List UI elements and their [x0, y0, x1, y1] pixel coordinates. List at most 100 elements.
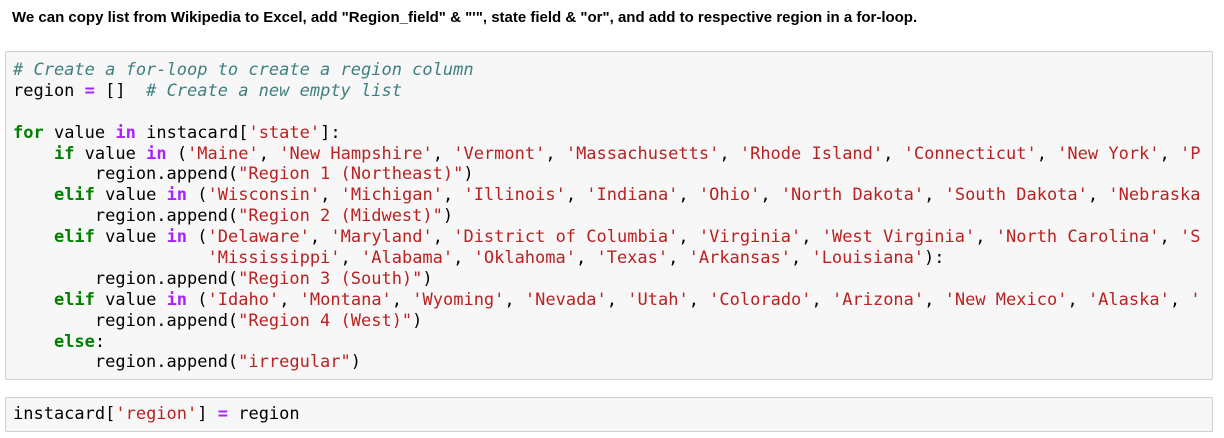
code-string: 'Indiana' [586, 185, 679, 206]
code-text: value [94, 185, 167, 206]
code-text: , [258, 143, 280, 164]
code-text: , [1087, 185, 1109, 206]
code-keyword: elif [53, 185, 95, 206]
code-string: "irregular" [238, 352, 351, 373]
code-string: 'Utah' [627, 289, 689, 310]
code-string: 'New Hampshire' [279, 143, 433, 164]
code-string: ' [1190, 289, 1201, 310]
code-line: region.append("irregular") [13, 352, 1201, 373]
code-string: 'West Virginia' [821, 227, 976, 248]
code-string: "Region 1 (Northeast)" [238, 164, 464, 185]
code-text: , [279, 289, 300, 310]
code-operator: in [166, 289, 188, 310]
code-text: region.append( [13, 164, 239, 185]
code-line: # Create a for-loop to create a region c… [13, 60, 1201, 81]
code-text: ] [197, 404, 218, 424]
code-string: 'New Mexico' [944, 289, 1068, 310]
code-text: , [545, 143, 566, 164]
code-text: , [811, 289, 833, 310]
code-string: 'Texas' [596, 248, 669, 269]
code-string: 'Connecticut' [903, 143, 1037, 164]
code-string: 'S [1179, 227, 1201, 248]
code-string: "Region 3 (South)" [238, 268, 423, 289]
code-string: 'Idaho' [207, 289, 280, 310]
code-text: ]: [320, 122, 341, 143]
code-string: 'New York' [1057, 143, 1160, 164]
code-line: elif value in ('Wisconsin', 'Michigan', … [13, 185, 1201, 206]
code-keyword: elif [53, 289, 95, 310]
code-text: , [801, 227, 822, 248]
code-text: , [678, 227, 699, 248]
code-cell-region-loop[interactable]: # Create a for-loop to create a region c… [5, 51, 1213, 380]
code-text: ) [463, 164, 474, 185]
code-text: region [13, 80, 85, 101]
code-text: instacard[ [135, 122, 249, 143]
code-string: 'Arizona' [832, 289, 925, 310]
code-text: , [432, 143, 454, 164]
code-operator: in [166, 185, 188, 206]
code-text: , [668, 248, 689, 269]
code-line: 'Mississippi', 'Alabama', 'Oklahoma', 'T… [13, 248, 1201, 269]
code-text: , [678, 185, 699, 206]
code-string: 'Mississippi' [207, 248, 341, 269]
code-text: , [504, 289, 525, 310]
code-line: region.append("Region 1 (Northeast)") [13, 164, 1201, 185]
code-text: [] [94, 80, 147, 101]
code-line: region.append("Region 3 (South)") [13, 269, 1201, 290]
code-line: region.append("Region 2 (Midwest)") [13, 206, 1201, 227]
code-text: , [924, 185, 945, 206]
code-text: ) [442, 206, 454, 227]
code-operator: = [84, 80, 95, 101]
code-text: , [565, 185, 587, 206]
code-text: instacard[ [13, 404, 116, 424]
code-string: 'region' [115, 404, 198, 424]
code-string: 'Massachusetts' [565, 143, 720, 164]
code-string: "Region 4 (West)" [238, 310, 413, 331]
code-string: 'Louisiana' [811, 248, 925, 269]
code-operator: = [217, 404, 228, 424]
code-text: , [1036, 143, 1058, 164]
code-string: 'Montana' [299, 289, 392, 310]
code-text: , [453, 248, 474, 269]
code-string: 'Wyoming' [412, 289, 505, 310]
code-editor[interactable]: instacard['region'] = region [13, 404, 300, 425]
code-line: instacard['region'] = region [13, 404, 300, 425]
code-line: for value in instacard['state']: [13, 123, 1201, 144]
code-text: ) [422, 268, 433, 289]
code-text: value [74, 143, 147, 164]
code-text: , [391, 289, 413, 310]
code-operator: in [146, 143, 167, 164]
code-string: 'Rhode Island' [739, 143, 884, 164]
code-text: ) [412, 310, 423, 331]
code-string: 'South Dakota' [944, 185, 1088, 206]
code-text: , [1067, 289, 1088, 310]
code-string: 'Nebraska [1108, 185, 1201, 206]
code-string: 'North Carolina' [995, 227, 1160, 248]
code-cell-assign-region[interactable]: instacard['region'] = region [5, 397, 1213, 432]
code-text: region.append( [13, 206, 239, 227]
code-text: , [575, 248, 597, 269]
code-text: , [442, 185, 464, 206]
code-editor[interactable]: # Create a for-loop to create a region c… [13, 60, 1201, 373]
code-text: value [94, 289, 167, 310]
code-string: 'Alabama' [361, 248, 454, 269]
code-keyword: elif [53, 227, 95, 248]
code-text: : [94, 331, 106, 352]
code-line: region.append("Region 4 (West)") [13, 311, 1201, 332]
code-text: , [790, 248, 812, 269]
code-string: 'Maine' [187, 143, 259, 164]
code-text: , [340, 248, 362, 269]
code-keyword: if [53, 143, 75, 164]
code-string: 'Illinois' [463, 185, 566, 206]
code-text: , [1169, 289, 1191, 310]
code-text: value [94, 227, 167, 248]
code-string: 'North Dakota' [780, 185, 925, 206]
code-text: , [760, 185, 781, 206]
code-text: ) [350, 352, 362, 373]
code-string: 'state' [248, 122, 321, 143]
code-line: elif value in ('Idaho', 'Montana', 'Wyom… [13, 290, 1201, 311]
code-string: 'Delaware' [207, 227, 310, 248]
